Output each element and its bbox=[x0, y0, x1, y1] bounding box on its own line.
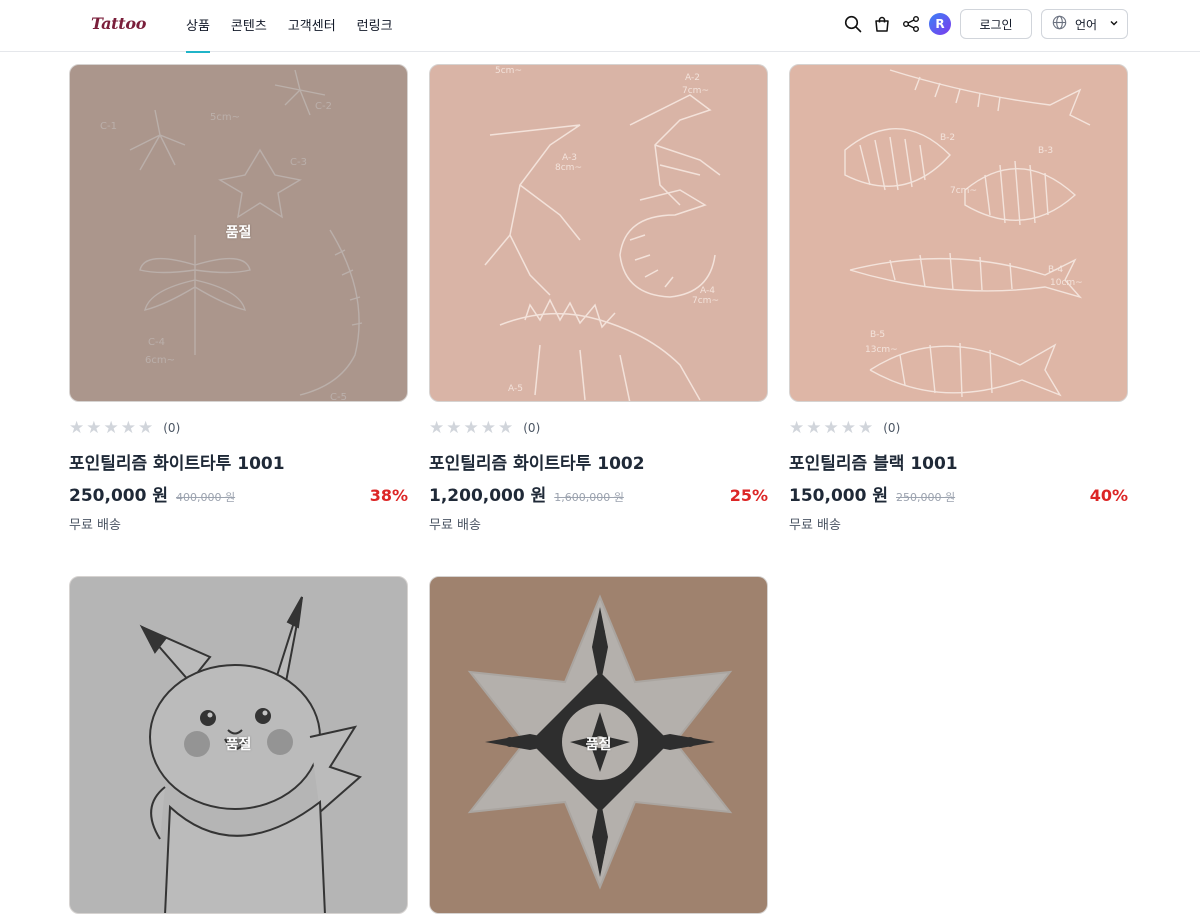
soldout-label: 품절 bbox=[225, 225, 252, 241]
svg-text:A-5: A-5 bbox=[508, 384, 523, 394]
price-row: 1,200,000 원 1,600,000 원 25% bbox=[429, 481, 768, 506]
rating-count: (0) bbox=[163, 421, 181, 435]
svg-text:7cm~: 7cm~ bbox=[950, 186, 977, 196]
svg-text:B-4: B-4 bbox=[1048, 265, 1063, 275]
product-card[interactable]: 품절 bbox=[69, 576, 408, 914]
shipping-info: 무료 배송 bbox=[69, 518, 121, 533]
star-icon: ★ bbox=[840, 418, 856, 438]
star-icon: ★ bbox=[806, 418, 822, 438]
svg-text:7cm~: 7cm~ bbox=[682, 86, 709, 96]
fish-fossil-illustration: B-2 B-3 7cm~ B-4 10cm~ B-5 13cm~ bbox=[844, 69, 1091, 398]
star-icon: ★ bbox=[138, 418, 154, 438]
product-title[interactable]: 포인틸리즘 화이트타투 1001 bbox=[69, 449, 285, 474]
star-icon: ★ bbox=[429, 418, 445, 438]
sale-price: 150,000 원 bbox=[789, 486, 888, 506]
price-row: 150,000 원 250,000 원 40% bbox=[789, 481, 1128, 506]
original-price: 1,600,000 원 bbox=[554, 491, 624, 504]
sale-price: 1,200,000 원 bbox=[429, 486, 547, 506]
svg-text:A-4: A-4 bbox=[700, 286, 715, 296]
star-icon: ★ bbox=[498, 418, 514, 438]
login-button[interactable]: 로그인 bbox=[960, 9, 1032, 39]
product-card[interactable]: 품절 bbox=[429, 576, 768, 914]
chevron-down-icon bbox=[1109, 17, 1119, 31]
original-price: 250,000 원 bbox=[896, 491, 956, 504]
discount-rate: 40% bbox=[1089, 486, 1128, 505]
star-icon: ★ bbox=[463, 418, 479, 438]
svg-text:7cm~: 7cm~ bbox=[692, 296, 719, 306]
soldout-label: 품절 bbox=[585, 737, 612, 753]
svg-text:13cm~: 13cm~ bbox=[865, 345, 898, 355]
language-select[interactable]: 언어 bbox=[1041, 9, 1128, 39]
svg-text:A-2: A-2 bbox=[685, 73, 700, 83]
language-label: 언어 bbox=[1075, 17, 1098, 32]
star-icon: ★ bbox=[858, 418, 874, 438]
star-icon: ★ bbox=[69, 418, 85, 438]
cart-icon[interactable] bbox=[871, 13, 893, 35]
star-icon: ★ bbox=[823, 418, 839, 438]
original-price: 400,000 원 bbox=[176, 491, 236, 504]
nav-item-products[interactable]: 상품 bbox=[186, 0, 210, 53]
product-image[interactable]: 품절 bbox=[429, 576, 768, 914]
globe-icon bbox=[1052, 15, 1067, 33]
product-card[interactable]: C-1 5cm~ C-2 C-3 C-4 6cm~ C-5 품절 ★ ★ ★ ★ ★ (… bbox=[69, 64, 408, 533]
shipping-info: 무료 배송 bbox=[429, 518, 481, 533]
product-image[interactable]: 5cm~ A-2 7cm~ A-3 8cm~ A-4 7cm~ A-5 bbox=[429, 64, 768, 402]
sale-price: 250,000 원 bbox=[69, 486, 168, 506]
svg-text:10cm~: 10cm~ bbox=[1050, 278, 1083, 288]
svg-text:B-3: B-3 bbox=[1038, 146, 1053, 156]
product-title[interactable]: 포인틸리즘 블랙 1001 bbox=[789, 449, 958, 474]
discount-rate: 38% bbox=[369, 486, 408, 505]
shipping-info: 무료 배송 bbox=[789, 518, 841, 533]
product-card[interactable]: 5cm~ A-2 7cm~ A-3 8cm~ A-4 7cm~ A-5 ★ ★ ★ ★ ★… bbox=[429, 64, 768, 533]
share-icon[interactable] bbox=[900, 13, 922, 35]
star-icon: ★ bbox=[789, 418, 805, 438]
discount-rate: 25% bbox=[729, 486, 768, 505]
soldout-label: 품절 bbox=[225, 737, 252, 753]
nav-item-support[interactable]: 고객센터 bbox=[288, 0, 336, 52]
star-icon: ★ bbox=[120, 418, 136, 438]
star-icon: ★ bbox=[446, 418, 462, 438]
star-icon: ★ bbox=[103, 418, 119, 438]
star-icon: ★ bbox=[86, 418, 102, 438]
product-title[interactable]: 포인틸리즘 화이트타투 1002 bbox=[429, 449, 645, 474]
top-header: Tattoo 상품 콘텐츠 고객센터 런링크 R 로그인 언어 bbox=[0, 0, 1200, 53]
main-nav: 상품 콘텐츠 고객센터 런링크 bbox=[186, 0, 393, 53]
star-icon: ★ bbox=[480, 418, 496, 438]
search-icon[interactable] bbox=[842, 13, 864, 35]
product-card[interactable]: B-2 B-3 7cm~ B-4 10cm~ B-5 13cm~ ★ ★ ★ ★ ★ (… bbox=[789, 64, 1128, 533]
rating-count: (0) bbox=[883, 421, 901, 435]
dinosaur-fossil-illustration: 5cm~ A-2 7cm~ A-38cm~ A-4 7cm~ A-5 bbox=[484, 66, 721, 401]
rating-count: (0) bbox=[523, 421, 541, 435]
nav-item-contents[interactable]: 콘텐츠 bbox=[231, 0, 267, 52]
brand-logo[interactable]: Tattoo bbox=[91, 14, 146, 33]
product-image[interactable]: 품절 bbox=[69, 576, 408, 914]
svg-text:8cm~: 8cm~ bbox=[555, 163, 582, 173]
star-rating: ★ ★ ★ ★ ★ (0) bbox=[69, 418, 181, 438]
avatar[interactable]: R bbox=[929, 13, 951, 35]
star-rating: ★ ★ ★ ★ ★ (0) bbox=[429, 418, 541, 438]
svg-text:5cm~: 5cm~ bbox=[495, 66, 522, 76]
nav-item-runlink[interactable]: 런링크 bbox=[357, 0, 393, 52]
svg-text:B-2: B-2 bbox=[940, 133, 955, 143]
svg-text:A-3: A-3 bbox=[562, 153, 577, 163]
price-row: 250,000 원 400,000 원 38% bbox=[69, 481, 408, 506]
star-rating: ★ ★ ★ ★ ★ (0) bbox=[789, 418, 901, 438]
svg-text:B-5: B-5 bbox=[870, 330, 885, 340]
product-image[interactable]: C-1 5cm~ C-2 C-3 C-4 6cm~ C-5 품절 bbox=[69, 64, 408, 402]
product-image[interactable]: B-2 B-3 7cm~ B-4 10cm~ B-5 13cm~ bbox=[789, 64, 1128, 402]
